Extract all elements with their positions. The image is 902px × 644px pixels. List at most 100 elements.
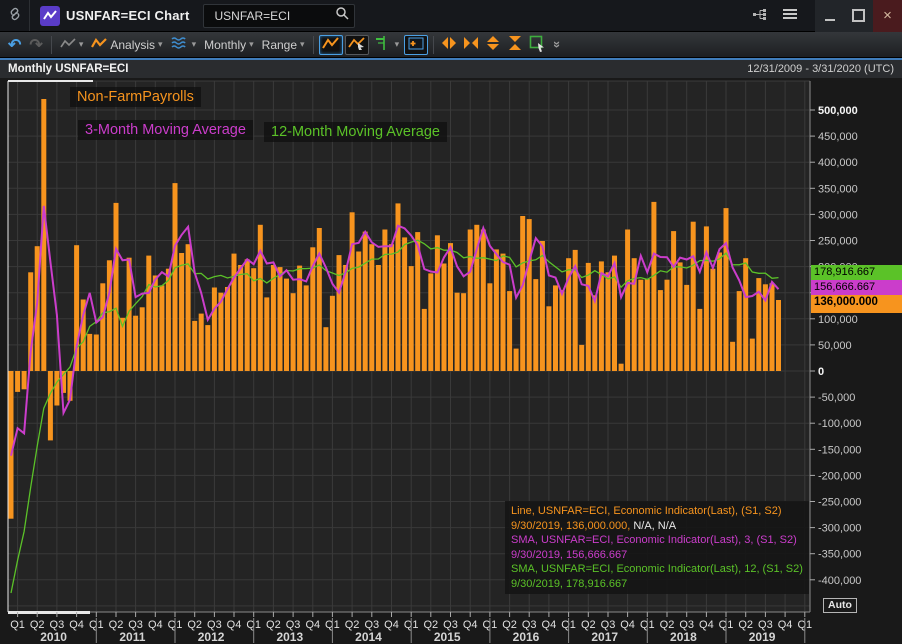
time-scrollbar-thumb[interactable] <box>8 611 90 614</box>
y-tick-label: 0 <box>818 366 824 378</box>
maximize-icon <box>852 9 865 22</box>
compress-horizontal-button[interactable] <box>460 34 482 55</box>
bar <box>546 306 551 371</box>
bar <box>540 241 545 371</box>
compress-horizontal-icon <box>463 36 479 53</box>
chart-type-button[interactable] <box>319 35 343 55</box>
range-dropdown[interactable]: Range ▾ <box>258 36 309 54</box>
bar <box>501 254 506 371</box>
x-year-label: 2017 <box>591 630 618 644</box>
chevron-down-icon: ▾ <box>300 39 305 50</box>
bar <box>350 212 355 371</box>
wave-overlay-dropdown[interactable]: ▾ <box>167 34 201 55</box>
legend-item-nonfarm-payrolls[interactable]: Non-FarmPayrolls <box>70 87 201 107</box>
compress-vertical-button[interactable] <box>504 33 526 56</box>
zoom-select-button[interactable] <box>526 33 550 57</box>
x-tick-label: Q4 <box>305 619 320 631</box>
y-tick-label: -50,000 <box>818 392 855 404</box>
bar <box>665 280 670 371</box>
info-line-value-orange: 9/30/2019, 136,000.000, <box>511 520 630 532</box>
bar <box>487 283 492 371</box>
interval-dropdown[interactable]: Monthly ▾ <box>200 36 258 54</box>
last-value-badge-sma3: 156,666.667 <box>811 280 902 295</box>
redo-button[interactable]: ↷ <box>25 33 46 57</box>
toolbar-separator <box>51 36 52 54</box>
bar <box>697 309 702 371</box>
info-sma12-series: SMA, USNFAR=ECI, Economic Indicator(Last… <box>511 562 803 577</box>
bar <box>494 249 499 371</box>
bar <box>448 243 453 371</box>
insert-pane-button[interactable] <box>404 35 428 55</box>
bar <box>671 231 676 371</box>
bar <box>337 255 342 371</box>
x-year-label: 2013 <box>276 630 303 644</box>
compress-vertical-icon <box>507 35 523 54</box>
bar <box>455 293 460 371</box>
levels-dropdown[interactable]: ▾ <box>370 33 404 56</box>
y-tick-label: 450,000 <box>818 131 858 143</box>
bar <box>737 291 742 371</box>
line-tool-dropdown[interactable]: ▾ <box>56 35 88 54</box>
bar <box>743 258 748 371</box>
bar <box>251 268 256 371</box>
y-tick-label: -300,000 <box>818 523 861 535</box>
x-year-label: 2019 <box>749 630 776 644</box>
bar <box>330 296 335 371</box>
info-line-value: 9/30/2019, 136,000.000, N/A, N/A <box>511 519 803 534</box>
bar <box>579 345 584 371</box>
legend-item-3-month-sma[interactable]: 3-Month Moving Average <box>78 120 253 140</box>
redo-icon: ↷ <box>29 35 42 55</box>
x-tick-label: Q4 <box>620 619 635 631</box>
linked-channels-button[interactable] <box>745 3 775 29</box>
bar <box>645 279 650 371</box>
analysis-dropdown[interactable]: Analysis ▾ <box>87 35 166 54</box>
undo-button[interactable]: ↶ <box>4 33 25 57</box>
y-tick-label: 400,000 <box>818 157 858 169</box>
hamburger-menu-icon <box>782 7 798 24</box>
bar <box>724 208 729 371</box>
bar <box>258 225 263 371</box>
search-icon[interactable] <box>335 6 350 26</box>
x-year-label: 2015 <box>434 630 461 644</box>
chevron-down-icon: ▾ <box>249 39 254 50</box>
maximize-button[interactable] <box>844 0 873 32</box>
menu-button[interactable] <box>775 3 805 29</box>
bar <box>527 219 532 371</box>
bar <box>54 371 59 406</box>
info-sma3-value: 9/30/2019, 156,666.667 <box>511 548 803 563</box>
close-button[interactable]: × <box>873 0 902 32</box>
expand-vertical-button[interactable] <box>482 33 504 56</box>
analysis-label: Analysis <box>110 38 155 52</box>
symbol-search[interactable] <box>203 4 355 28</box>
info-line-value-plain: N/A, N/A <box>630 520 676 532</box>
bar <box>435 235 440 371</box>
minimize-button[interactable] <box>815 0 844 32</box>
x-year-label: 2010 <box>40 630 67 644</box>
bar <box>225 287 230 371</box>
bar <box>114 203 119 371</box>
y-tick-label: 100,000 <box>818 314 858 326</box>
window-controls: × <box>815 0 902 32</box>
bar <box>560 290 565 371</box>
time-scrollbar-thumb-top[interactable] <box>8 80 93 82</box>
chevron-down-icon: ▾ <box>79 39 84 50</box>
chart-pointer-button[interactable] <box>345 35 369 55</box>
more-tools-button[interactable]: » <box>550 35 565 54</box>
last-value-badge-bars: 136,000.000 <box>811 295 902 313</box>
legend-item-12-month-sma[interactable]: 12-Month Moving Average <box>264 122 447 142</box>
bar <box>48 371 53 440</box>
x-tick-label: Q1 <box>10 619 25 631</box>
bar <box>409 266 414 371</box>
info-sma12-value: 9/30/2019, 178,916.667 <box>511 577 803 592</box>
link-channel-button[interactable] <box>0 0 30 31</box>
bar <box>343 265 348 371</box>
bar <box>533 279 538 371</box>
y-tick-label: 350,000 <box>818 183 858 195</box>
bar <box>507 291 512 371</box>
bar <box>369 244 374 371</box>
symbol-search-input[interactable] <box>212 8 335 24</box>
chart-title: Monthly USNFAR=ECI <box>8 63 128 75</box>
expand-horizontal-button[interactable] <box>438 34 460 55</box>
auto-scale-button[interactable]: Auto <box>823 598 857 613</box>
x-tick-label: Q4 <box>69 619 84 631</box>
